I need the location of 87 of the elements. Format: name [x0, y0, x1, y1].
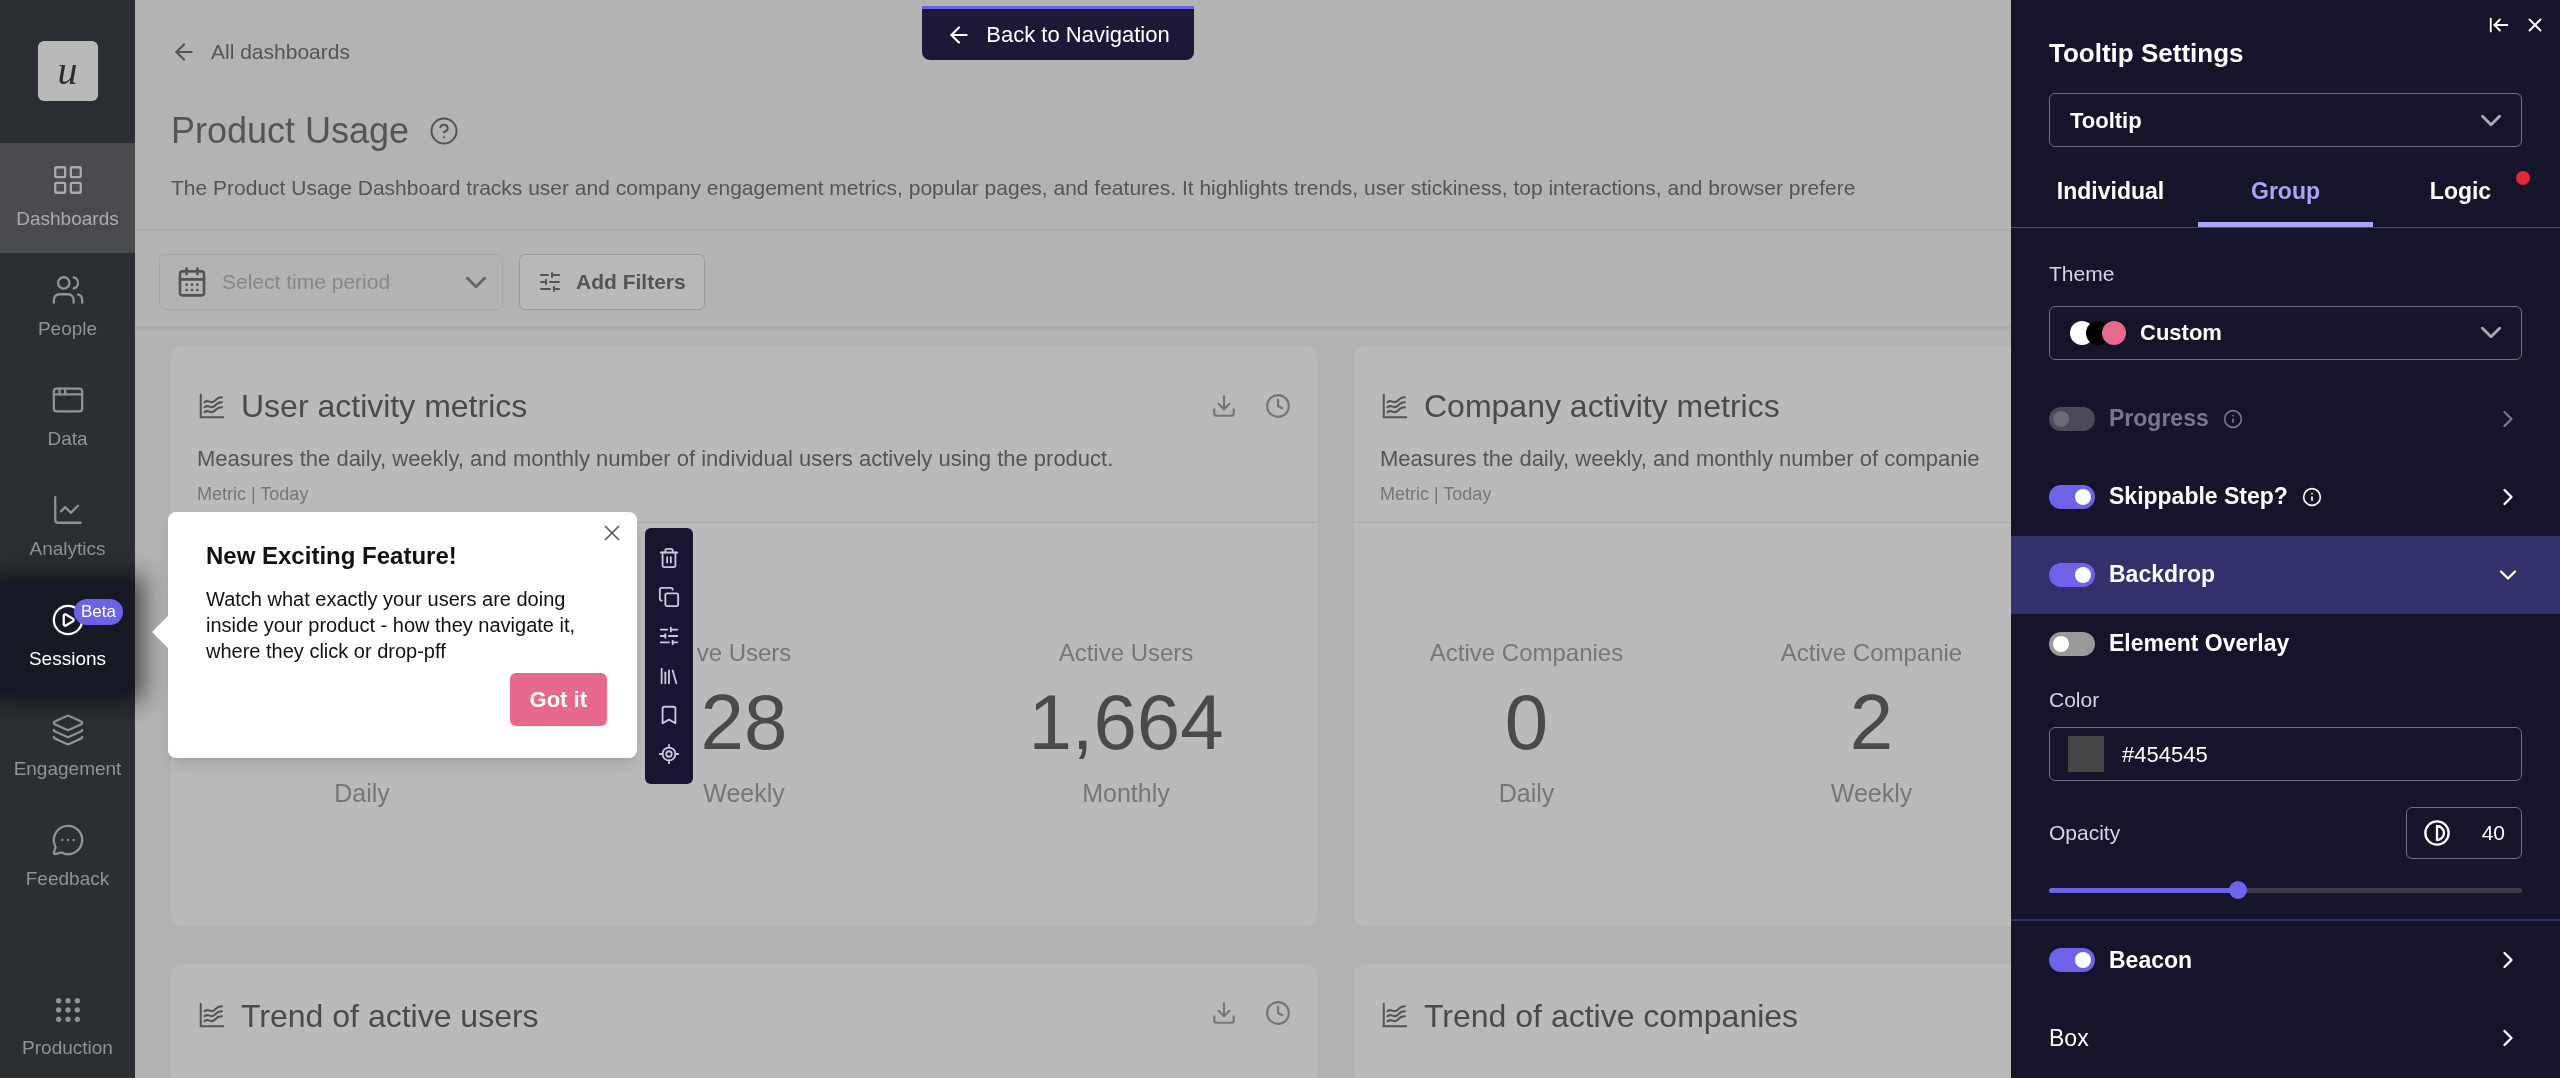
toggle-switch[interactable]	[2049, 484, 2095, 509]
line-chart-icon	[197, 391, 227, 421]
copy-icon[interactable]	[658, 586, 680, 608]
metric-value: 28	[700, 683, 788, 761]
back-link[interactable]: All dashboards	[171, 36, 350, 68]
toggle-switch[interactable]	[2049, 631, 2095, 656]
color-field[interactable]: #454545	[2049, 727, 2522, 781]
help-icon[interactable]	[429, 115, 460, 146]
card-title: Trend of active users	[241, 1000, 539, 1032]
metric-caption: Daily	[334, 778, 390, 809]
card-title: User activity metrics	[241, 387, 528, 426]
popup-body: Watch what exactly your users are doing inside your product - how they navigate it, where they click or drop-pff	[206, 587, 577, 664]
toggle-switch[interactable]	[2049, 948, 2095, 972]
color-swatch	[2068, 736, 2104, 772]
metric-caption: Weekly	[1830, 778, 1913, 809]
card-description: Measures the daily, weekly, and monthly number of individual users actively using the product.	[196, 445, 1115, 473]
popup-title: New Exciting Feature!	[206, 541, 458, 571]
card-description: Measures the daily, weekly, and monthly number of companie	[1379, 445, 1981, 473]
line-chart-icon	[197, 1000, 227, 1030]
page-description: The Product Usage Dashboard tracks user and company engagement metrics, popular pages, and features. It highlights trends, user stickiness, top interactions, and browser prefere	[171, 174, 1857, 201]
card-meta: Metric | Today	[196, 483, 310, 506]
metric-caption: Weekly	[703, 778, 785, 809]
metric-label: Active Companie	[1780, 639, 1963, 666]
add-filters-button[interactable]: Add Filters	[519, 254, 705, 310]
sidebar-item[interactable]: People	[0, 253, 135, 363]
panel-tab[interactable]: Logic	[2373, 161, 2548, 227]
metric-label: ve Users	[696, 639, 792, 666]
chat-bubble-icon	[50, 822, 85, 857]
color-value: #454545	[2122, 740, 2208, 769]
field-label: Opacity	[2049, 820, 2121, 847]
contrast-icon	[2423, 819, 2451, 847]
opacity-slider[interactable]	[2049, 881, 2522, 899]
toggle-label: Element Overlay	[2109, 629, 2290, 659]
metric-value: 1,664	[1028, 683, 1224, 761]
line-chart-icon	[1380, 391, 1410, 421]
type-select[interactable]: Tooltip	[2049, 93, 2522, 147]
sidebar-item[interactable]: Engagement	[0, 693, 135, 803]
calendar-icon	[176, 266, 208, 298]
metric-caption: Daily	[1498, 778, 1555, 809]
settings-row[interactable]: Beacon	[2011, 921, 2560, 999]
toggle-switch[interactable]	[2049, 562, 2095, 587]
delete-icon[interactable]	[658, 546, 680, 569]
row-label: Beacon	[2109, 945, 2193, 975]
metric-caption: Monthly	[1082, 778, 1170, 809]
metric-label: Active Users	[1058, 639, 1194, 666]
row-label: Progress	[2109, 404, 2209, 434]
card-meta: Metric | Today	[1379, 483, 1493, 506]
row-label: Box	[2049, 1023, 2089, 1053]
panel-title: Tooltip Settings	[2049, 37, 2245, 70]
target-icon[interactable]	[658, 743, 680, 766]
settings-row[interactable]: Box	[2011, 999, 2560, 1077]
metric-label: Active Companies	[1429, 639, 1624, 666]
sidebar-item[interactable]: Dashboards	[0, 143, 135, 253]
settings-row[interactable]: Backdrop	[2011, 535, 2560, 614]
caret-icon	[466, 276, 486, 288]
filter-icon	[538, 270, 562, 294]
opacity-value: 40	[2481, 820, 2505, 847]
sidebar-item[interactable]: Analytics	[0, 473, 135, 583]
opacity-field[interactable]: 40	[2406, 807, 2522, 859]
select-value: Custom	[2140, 319, 2223, 347]
sidebar-item[interactable]: Production	[0, 978, 135, 1078]
row-label: Skippable Step?	[2109, 482, 2288, 512]
theme-select[interactable]: Custom	[2049, 305, 2522, 360]
slider-thumb[interactable]	[2229, 881, 2248, 899]
panel-tab[interactable]: Group	[2198, 161, 2373, 227]
back-to-navigation-button[interactable]: Back to Navigation	[922, 6, 1194, 60]
logo[interactable]: u	[37, 41, 98, 101]
sidebar-item[interactable]: Feedback	[0, 803, 135, 913]
sidebar-item[interactable]: Data	[0, 363, 135, 473]
beta-badge: Beta	[74, 599, 123, 625]
card-title: Company activity metrics	[1424, 387, 1780, 426]
select-value: Tooltip	[2070, 106, 2142, 135]
row-label: Backdrop	[2109, 560, 2216, 590]
metric-value: 2	[1849, 683, 1894, 761]
field-label: Theme	[2049, 261, 2116, 287]
metric-value: 0	[1504, 683, 1549, 761]
settings-row[interactable]: Skippable Step?	[2011, 457, 2560, 536]
sliders-icon[interactable]	[658, 625, 680, 648]
caret-icon	[2481, 114, 2501, 126]
panel-tab[interactable]: Individual	[2023, 161, 2198, 227]
layers-icon	[50, 712, 85, 747]
caret-icon	[2481, 327, 2501, 338]
field-label: Color	[2049, 686, 2101, 713]
sidebar-item[interactable]: Beta Sessions	[0, 583, 135, 693]
line-chart-icon	[1380, 1000, 1410, 1030]
page-title: Product Usage	[171, 108, 410, 153]
card-title: Trend of active companies	[1424, 1000, 1799, 1032]
